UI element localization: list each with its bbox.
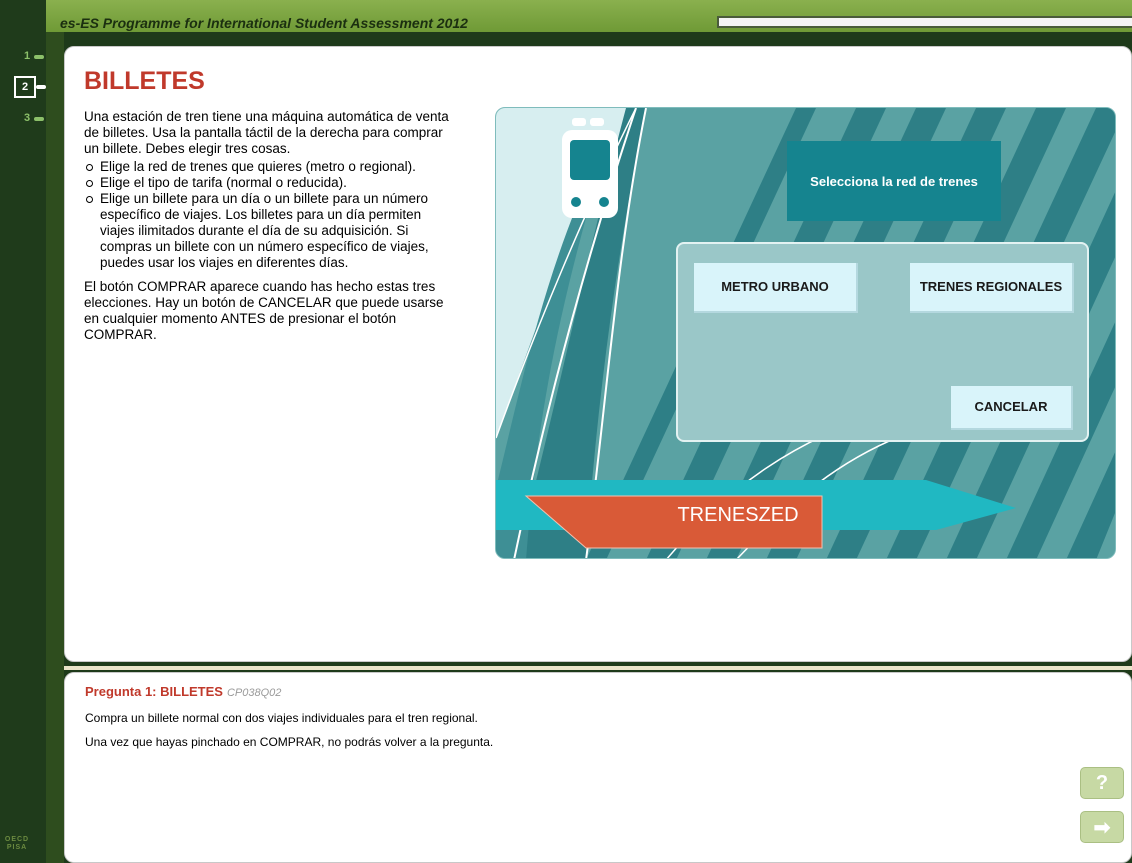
question-title: Pregunta 1: BILLETES xyxy=(85,684,223,699)
oecd-pisa-logo: OECD PISA xyxy=(4,836,30,851)
next-arrow-icon: ➡ xyxy=(1093,816,1111,839)
question-instruction: Compra un billete normal con dos viajes … xyxy=(85,711,478,725)
help-icon: ? xyxy=(1095,771,1109,794)
treneszed-brand-label: TRENESZED xyxy=(677,504,799,526)
progress-bar xyxy=(717,16,1132,28)
nav-item-2[interactable]: 2 xyxy=(0,76,46,98)
nav-item-label: 1 xyxy=(24,50,31,62)
train-icon xyxy=(562,118,618,218)
nav-item-label: 3 xyxy=(24,112,31,124)
stimulus-bullet: Elige un billete para un día o un billet… xyxy=(84,191,450,271)
stimulus-closing: El botón COMPRAR aparece cuando has hech… xyxy=(84,279,444,342)
machine-screen-title: Selecciona la red de trenes xyxy=(787,141,1001,221)
header-bar: es-ES Programme for International Studen… xyxy=(46,0,1132,32)
stimulus-text: Una estación de tren tiene una máquina a… xyxy=(84,109,450,345)
stimulus-bullet-list: Elige la red de trenes que quieres (metr… xyxy=(84,159,450,271)
ticket-machine: Selecciona la red de trenes METRO URBANO… xyxy=(495,107,1116,559)
nav-item-3[interactable]: 3 xyxy=(0,108,44,130)
nav-connector xyxy=(34,55,44,59)
stimulus-bullet: Elige la red de trenes que quieres (metr… xyxy=(84,159,450,175)
cancelar-button[interactable]: CANCELAR xyxy=(951,386,1073,430)
question-warning: Una vez que hayas pinchado en COMPRAR, n… xyxy=(85,735,494,749)
stimulus-title: BILLETES xyxy=(84,67,205,95)
metro-urbano-button[interactable]: METRO URBANO xyxy=(694,263,858,313)
trenes-regionales-button[interactable]: TRENES REGIONALES xyxy=(910,263,1074,313)
stimulus-panel: BILLETES Una estación de tren tiene una … xyxy=(64,46,1132,662)
stimulus-intro: Una estación de tren tiene una máquina a… xyxy=(84,109,449,156)
nav-item-1[interactable]: 1 xyxy=(0,46,44,68)
next-button[interactable]: ➡ xyxy=(1080,811,1124,843)
nav-item-label: 2 xyxy=(14,76,36,98)
header-title: es-ES Programme for International Studen… xyxy=(60,15,468,31)
question-panel: Pregunta 1: BILLETES CP038Q02 Compra un b… xyxy=(64,672,1132,863)
nav-connector xyxy=(36,85,46,89)
help-button[interactable]: ? xyxy=(1080,767,1124,799)
question-heading: Pregunta 1: BILLETES CP038Q02 xyxy=(85,684,281,699)
stimulus-bullet: Elige el tipo de tarifa (normal o reduci… xyxy=(84,175,450,191)
nav-connector xyxy=(34,117,44,121)
question-divider xyxy=(64,666,1132,670)
left-nav-rail-inner xyxy=(46,0,64,863)
machine-options-panel: METRO URBANO TRENES REGIONALES CANCELAR xyxy=(676,242,1089,442)
question-code: CP038Q02 xyxy=(226,687,282,699)
